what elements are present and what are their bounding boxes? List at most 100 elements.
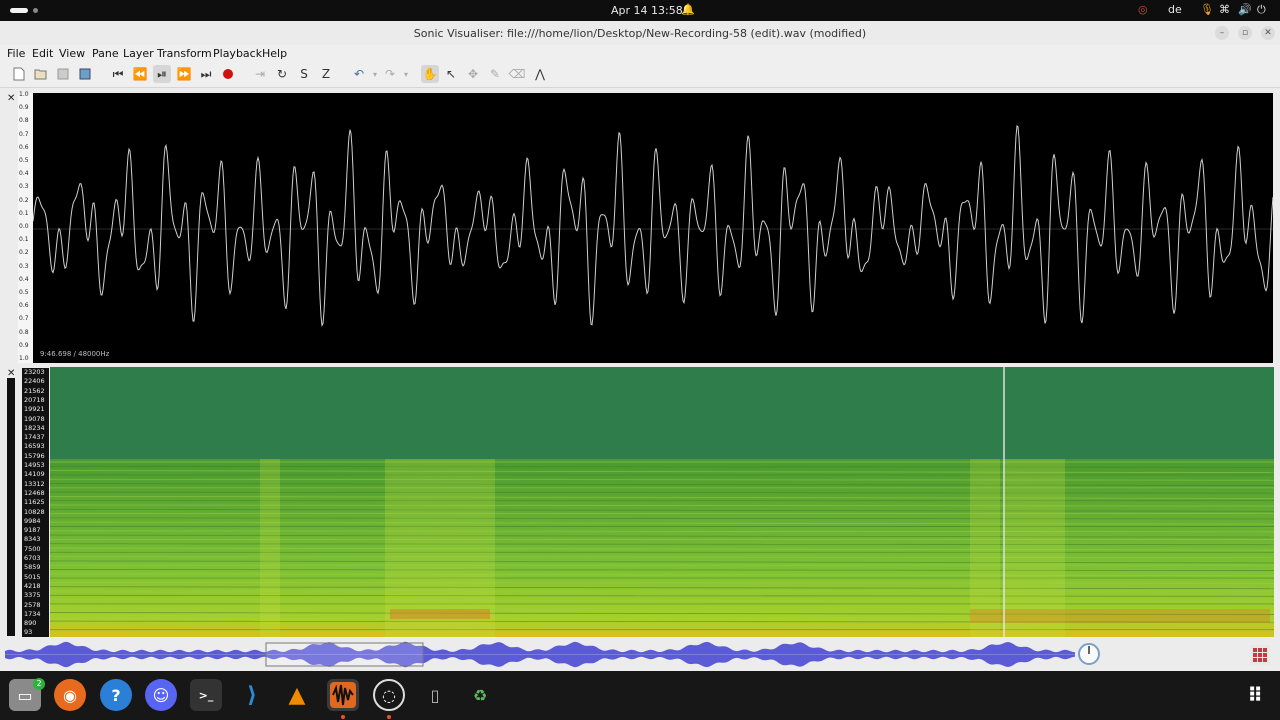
save-icon[interactable] — [54, 65, 72, 83]
forward-end-icon[interactable]: ⏭ — [197, 65, 215, 83]
sonic-visualiser-icon[interactable] — [327, 679, 359, 711]
duration-samplerate-label: 9:46.698 / 48000Hz — [40, 350, 110, 358]
waveform-plot[interactable] — [32, 93, 1274, 363]
frequency-label: 19078 — [24, 414, 45, 423]
help-icon[interactable]: ? — [100, 679, 132, 711]
frequency-label: 5859 — [24, 563, 41, 572]
spectrogram-layer-strip — [7, 378, 15, 636]
new-file-icon[interactable] — [10, 65, 28, 83]
play-pause-icon[interactable]: ⏯ — [153, 65, 171, 83]
frequency-label: 4218 — [24, 581, 41, 590]
scale-label: 0.5 — [19, 289, 29, 296]
frequency-label: 2578 — [24, 600, 41, 609]
layer-grid-icon[interactable] — [1250, 645, 1270, 665]
show-apps-icon[interactable]: ⠿ — [1239, 679, 1271, 711]
microphone-icon[interactable]: 🎙 — [1200, 3, 1214, 16]
scale-label: 0.9 — [19, 104, 29, 112]
clock[interactable]: Apr 14 13:58 — [611, 4, 683, 17]
menu-view[interactable]: View — [59, 47, 85, 60]
constrain-selection-icon[interactable]: S — [295, 65, 313, 83]
spectrogram-view[interactable] — [50, 367, 1274, 637]
window-title-bar[interactable]: Sonic Visualiser: file:///home/lion/Desk… — [0, 21, 1280, 45]
power-icon[interactable]: ⏻ — [1257, 3, 1266, 17]
menu-help[interactable]: Help — [262, 47, 287, 60]
overview-panner[interactable] — [0, 638, 1280, 671]
record-icon[interactable] — [219, 65, 237, 83]
minimize-button[interactable]: – — [1215, 26, 1229, 40]
zoom-dial-icon[interactable] — [1077, 642, 1101, 666]
scale-label: 0.2 — [19, 249, 29, 257]
frequency-label: 11625 — [24, 498, 45, 507]
spectrogram-plot[interactable] — [50, 367, 1274, 637]
system-top-bar: Apr 14 13:58 🔔 ◎ de 🎙 ⌘ 🔊 ⏻ — [0, 0, 1280, 21]
redo-dropdown-icon[interactable]: ▾ — [397, 65, 415, 83]
network-icon[interactable]: ⌘ — [1219, 3, 1230, 16]
update-icon[interactable]: ◎ — [1138, 3, 1148, 16]
frequency-label: 17437 — [24, 433, 45, 442]
rewind-start-icon[interactable]: ⏮ — [109, 65, 127, 83]
taskbar-dock: ▭ ◉ ? ☺ >_ ⟩ ▲ ◌ ▯ ♻ ⠿ — [0, 671, 1280, 720]
menu-edit[interactable]: Edit — [32, 47, 53, 60]
trash-icon[interactable]: ♻ — [464, 679, 496, 711]
frequency-label: 10828 — [24, 507, 45, 516]
visible-region-box[interactable] — [265, 642, 424, 667]
menu-transform[interactable]: Transform — [157, 47, 212, 60]
toolbar: ⏮ ⏪ ⏯ ⏩ ⏭ ⇥ ↻ S Z ↶ ▾ ↷ ▾ ✋ ↖ ✥ ✎ ⌫ ⋀ — [0, 62, 1280, 88]
waveform-pane[interactable]: ✕ 1.0 0.9 0.8 0.7 0.6 0.5 0.4 0.3 0.2 0.1 0.0 0.1 0.… — [0, 90, 1280, 364]
spectrogram-pane[interactable]: ✕ 23203 22406 21562 20718 19921 19078 18234 174… — [0, 365, 1280, 637]
activities-indicator[interactable] — [10, 8, 28, 13]
menu-pane[interactable]: Pane — [92, 47, 119, 60]
frequency-label: 6703 — [24, 554, 41, 562]
frequency-scale: 23203 22406 21562 20718 19921 19078 18234 17437… — [22, 368, 49, 637]
loop-icon[interactable]: ↻ — [273, 65, 291, 83]
running-indicator — [341, 715, 345, 719]
frequency-label: 19921 — [24, 405, 45, 414]
scale-label: 0.1 — [19, 209, 29, 217]
fast-forward-icon[interactable]: ⏩ — [175, 65, 193, 83]
save-session-icon[interactable] — [76, 65, 94, 83]
scale-label: 0.7 — [19, 315, 29, 323]
scale-label: 0.4 — [19, 170, 29, 178]
waveform-scale: 1.0 0.9 0.8 0.7 0.6 0.5 0.4 0.3 0.2 0.1 0.0 0.1 0.2 0… — [18, 91, 33, 363]
menu-file[interactable]: File — [7, 47, 25, 60]
draw-tool-icon[interactable]: ✎ — [486, 65, 504, 83]
navigate-tool-icon[interactable]: ✋ — [421, 65, 439, 83]
vlc-icon[interactable]: ▲ — [281, 679, 313, 711]
notification-bell-icon[interactable]: 🔔 — [681, 3, 695, 16]
frequency-label: 7500 — [24, 544, 41, 553]
close-window-button[interactable]: ✕ — [1261, 26, 1275, 40]
measure-tool-icon[interactable]: ⋀ — [531, 65, 549, 83]
scale-label: 0.4 — [19, 275, 29, 283]
scale-label: 1.0 — [19, 91, 29, 98]
menu-playback[interactable]: Playback — [213, 47, 262, 60]
frequency-label: 13312 — [24, 479, 45, 488]
scale-label: 0.7 — [19, 130, 29, 138]
move-tool-icon[interactable]: ✥ — [464, 65, 482, 83]
erase-tool-icon[interactable]: ⌫ — [508, 65, 526, 83]
vscode-icon[interactable]: ⟩ — [236, 679, 268, 711]
frequency-label: 14953 — [24, 461, 45, 469]
overview-waveform[interactable] — [5, 641, 1075, 668]
solo-icon[interactable]: Z — [317, 65, 335, 83]
waveform-view[interactable] — [32, 93, 1274, 363]
frequency-label: 22406 — [24, 377, 45, 386]
discord-icon[interactable]: ☺ — [145, 679, 177, 711]
terminal-icon[interactable]: >_ — [190, 679, 222, 711]
obs-icon[interactable]: ◌ — [373, 679, 405, 711]
volume-icon[interactable]: 🔊 — [1238, 3, 1252, 16]
close-pane-icon[interactable]: ✕ — [7, 94, 17, 104]
workspace-indicator[interactable] — [33, 8, 38, 13]
usb-drive-icon[interactable]: ▯ — [419, 679, 451, 711]
maximize-button[interactable]: ▫ — [1238, 26, 1252, 40]
frequency-label: 93 — [24, 628, 33, 637]
rewind-icon[interactable]: ⏪ — [131, 65, 149, 83]
frequency-label: 20718 — [24, 395, 45, 404]
open-file-icon[interactable] — [32, 65, 50, 83]
menu-layer[interactable]: Layer — [123, 47, 154, 60]
frequency-label: 12468 — [24, 488, 45, 497]
select-tool-icon[interactable]: ↖ — [442, 65, 460, 83]
keyboard-layout[interactable]: de — [1168, 3, 1182, 16]
frequency-label: 15796 — [24, 451, 45, 460]
firefox-icon[interactable]: ◉ — [54, 679, 86, 711]
play-selection-icon[interactable]: ⇥ — [251, 65, 269, 83]
